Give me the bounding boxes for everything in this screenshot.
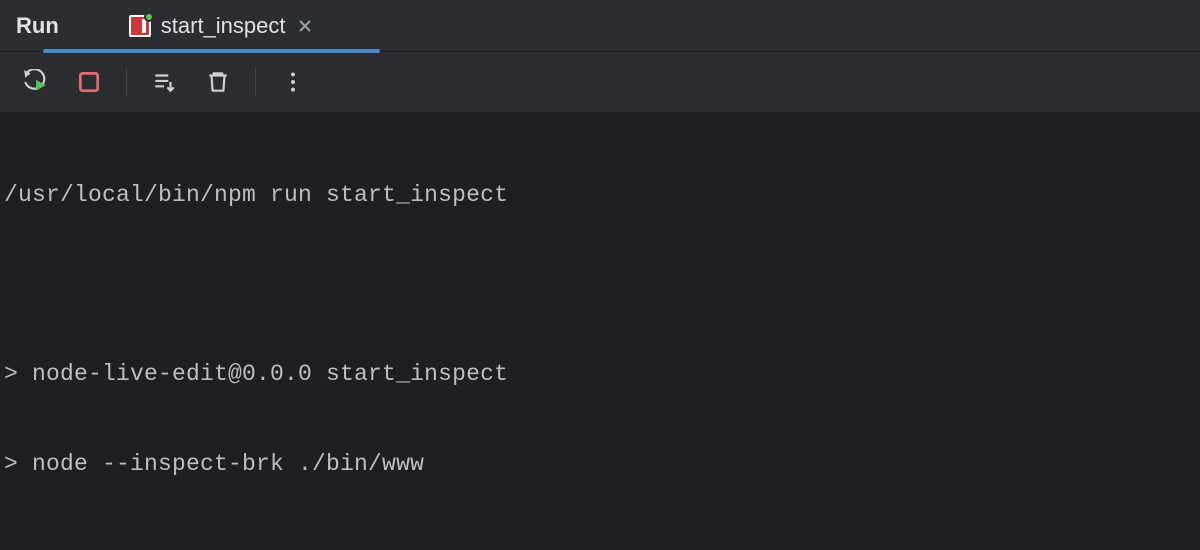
close-tab-button[interactable] — [296, 17, 314, 35]
rerun-button[interactable] — [18, 65, 52, 99]
stop-button[interactable] — [72, 65, 106, 99]
console-output[interactable]: /usr/local/bin/npm run start_inspect > n… — [0, 112, 1200, 550]
tab-strip: Run start_inspect — [0, 0, 1200, 52]
console-blank-line — [4, 263, 1196, 308]
console-line: /usr/local/bin/npm run start_inspect — [4, 173, 1196, 218]
rerun-icon — [22, 69, 48, 95]
toolbar-divider — [126, 68, 127, 96]
trash-icon — [205, 69, 231, 95]
stop-icon — [76, 69, 102, 95]
run-toolbar — [0, 52, 1200, 112]
more-actions-button[interactable] — [276, 65, 310, 99]
npm-icon — [129, 15, 151, 37]
kebab-icon — [280, 69, 306, 95]
scroll-to-end-icon — [151, 69, 177, 95]
scroll-to-end-button[interactable] — [147, 65, 181, 99]
close-icon — [298, 19, 312, 33]
run-tool-window-label[interactable]: Run — [16, 13, 59, 39]
run-config-tab[interactable]: start_inspect — [115, 0, 328, 52]
running-indicator-dot — [144, 12, 154, 22]
console-line: > node --inspect-brk ./bin/www — [4, 442, 1196, 487]
console-line: > node-live-edit@0.0.0 start_inspect — [4, 352, 1196, 397]
tab-label: start_inspect — [161, 13, 286, 39]
clear-all-button[interactable] — [201, 65, 235, 99]
console-blank-line — [4, 532, 1196, 550]
active-tab-underline — [43, 49, 380, 53]
toolbar-divider — [255, 68, 256, 96]
